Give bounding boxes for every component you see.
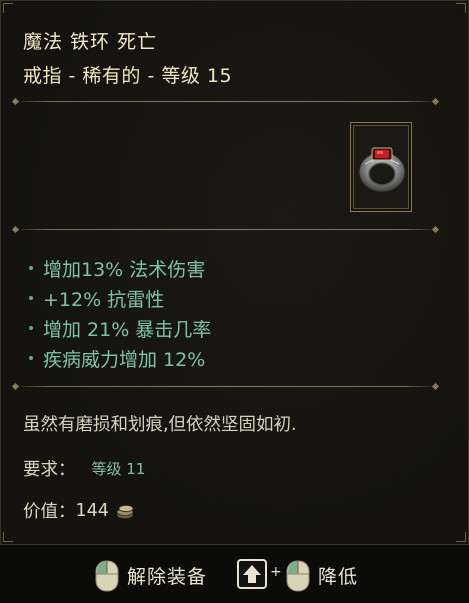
value-amount: 144	[75, 500, 109, 521]
stat-text: 疾病威力增加 12%	[43, 348, 206, 371]
stat-text: +12% 抗雷性	[43, 288, 165, 311]
item-type-rarity-level: 戒指 - 稀有的 - 等级 15	[23, 65, 233, 87]
frame-corner	[456, 3, 466, 13]
requirement-label: 要求：	[23, 460, 76, 480]
requirement-value: 等级 11	[91, 460, 146, 478]
value-label: 价值：	[23, 502, 76, 522]
mouse-left-click-icon	[95, 560, 119, 592]
frame-corner	[3, 3, 13, 13]
stat-list: 增加13% 法术伤害 +12% 抗雷性 增加 21% 暴击几率 疾病威力增加 1…	[23, 253, 211, 373]
plus-sign: +	[270, 564, 282, 580]
stat-line: 增加13% 法术伤害	[23, 253, 211, 283]
frame-corner	[456, 532, 466, 542]
stat-text: 增加 21% 暴击几率	[43, 318, 212, 341]
item-icon-frame	[350, 122, 412, 212]
divider	[13, 101, 438, 102]
iron-ring-icon	[358, 147, 406, 193]
mouse-left-click-icon	[286, 560, 310, 592]
stat-line: +12% 抗雷性	[23, 283, 211, 313]
stat-line: 疾病威力增加 12%	[23, 343, 211, 373]
stat-text: 增加13% 法术伤害	[43, 258, 206, 281]
item-name: 魔法 铁环 死亡	[23, 31, 158, 53]
bullet-dot	[29, 266, 33, 270]
action-hint-bar: 解除装备 + 降低	[0, 556, 469, 596]
requirement-row: 要求： 等级 11	[23, 456, 145, 481]
unequip-action[interactable]: 解除装备	[127, 562, 207, 589]
value-row: 价值： 144	[23, 498, 135, 523]
divider	[13, 386, 438, 387]
item-tooltip: 魔法 铁环 死亡 戒指 - 稀有的 - 等级 15 增加13% 法术伤害 +12…	[0, 0, 469, 545]
shift-arrow-icon	[237, 559, 267, 589]
frame-corner	[3, 532, 13, 542]
coin-stack-icon	[116, 504, 134, 519]
secondary-action[interactable]: 降低	[318, 562, 358, 589]
stat-line: 增加 21% 暴击几率	[23, 313, 211, 343]
divider	[13, 229, 438, 230]
bullet-dot	[29, 296, 33, 300]
bullet-dot	[29, 356, 33, 360]
flavor-text: 虽然有磨损和划痕,但依然坚固如初.	[23, 415, 297, 435]
bullet-dot	[29, 326, 33, 330]
